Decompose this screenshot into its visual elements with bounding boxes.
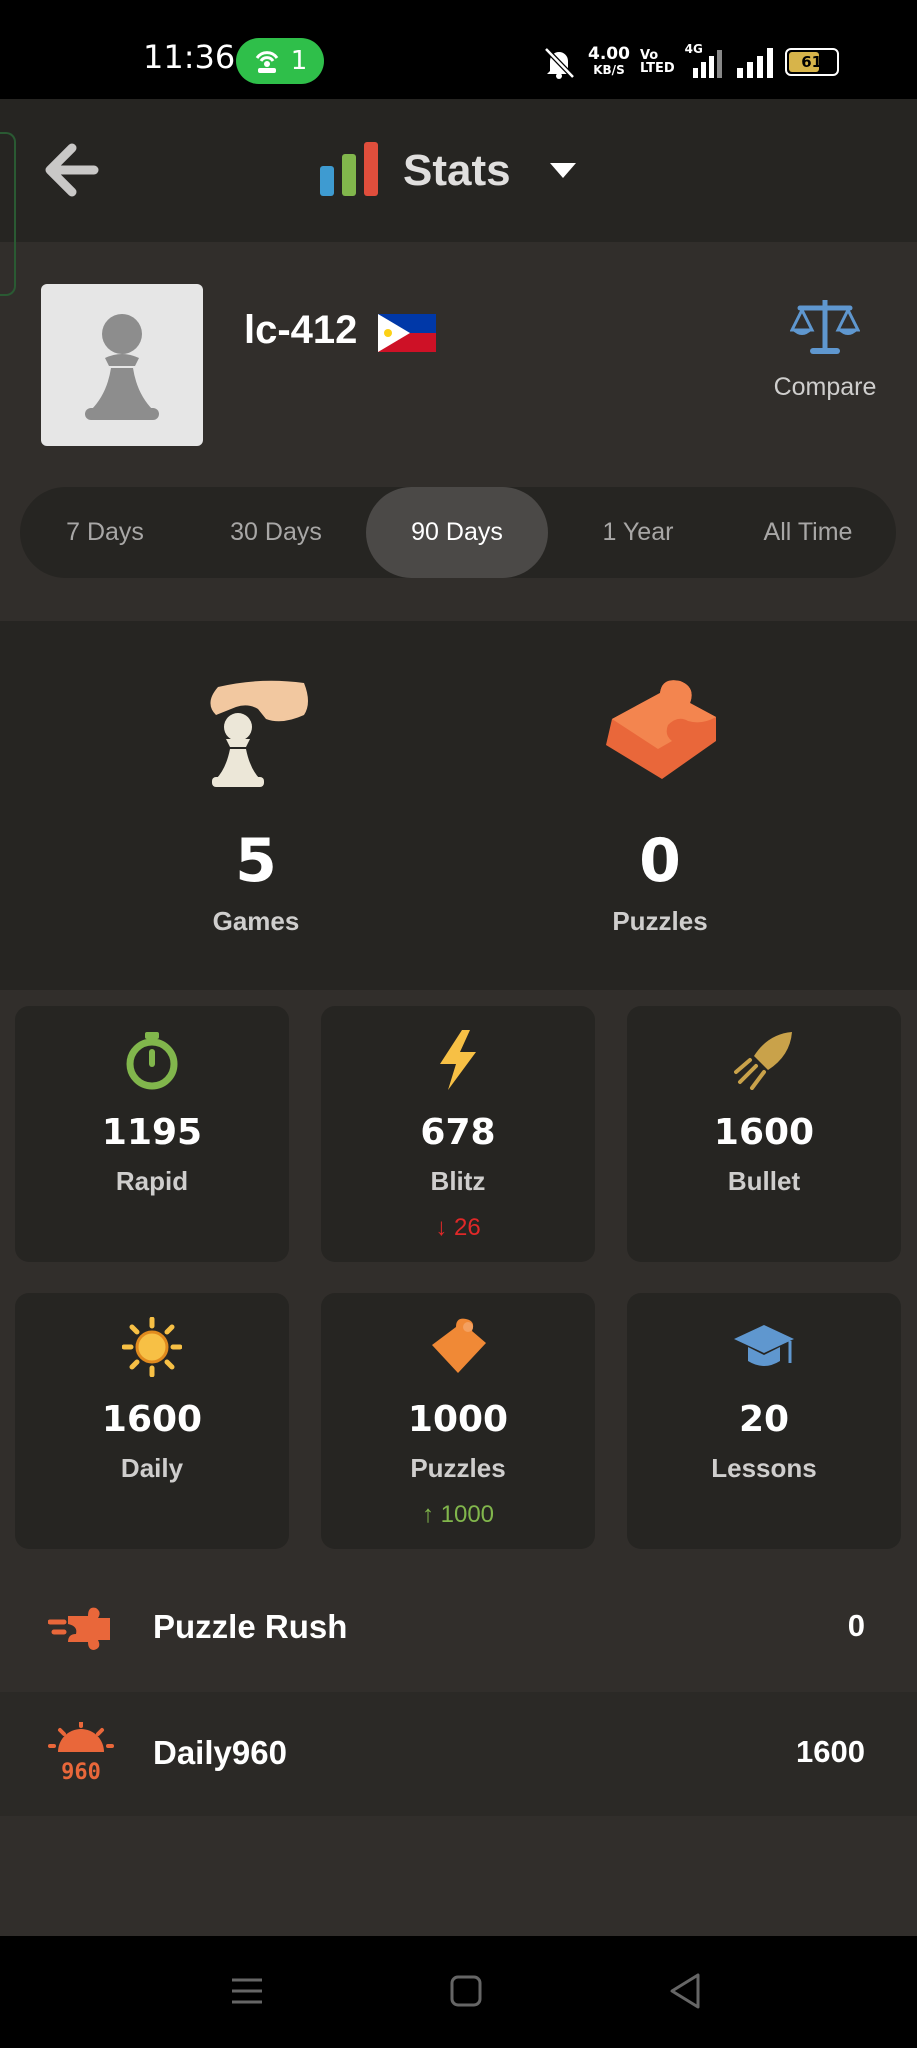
net-speed-value: 4.00 [588, 44, 630, 64]
range-30-days[interactable]: 30 Days [196, 487, 356, 578]
rating-card-daily[interactable]: 1600 Daily [15, 1293, 289, 1549]
rating-card-rapid[interactable]: 1195 Rapid [15, 1006, 289, 1262]
rating-label: Puzzles [410, 1453, 506, 1483]
list-item-score: 0 [847, 1608, 865, 1643]
back-button[interactable] [42, 140, 102, 200]
rating-change-value: 26 [453, 1214, 481, 1241]
puzzle-rush-icon [48, 1607, 110, 1650]
volte-bottom: LTED [639, 61, 675, 76]
rating-label: Bullet [727, 1166, 801, 1196]
rating-label: Lessons [711, 1453, 817, 1483]
signal-4g: 4G [685, 42, 725, 78]
stopwatch-icon [126, 1032, 178, 1090]
back-arrow-icon [45, 143, 99, 197]
rating-value: 1600 [101, 1399, 203, 1440]
arrow-up-icon: ↑ [421, 1501, 434, 1528]
page-title[interactable]: Stats [403, 146, 511, 196]
sun-icon [122, 1317, 182, 1377]
network-type: 4G [684, 42, 703, 56]
games-label: Games [212, 906, 300, 936]
rating-label: Blitz [430, 1166, 486, 1196]
scale-icon[interactable] [790, 296, 860, 356]
rating-label: Daily [120, 1453, 184, 1483]
rating-value: 1195 [101, 1112, 203, 1153]
rating-card-lessons[interactable]: 20 Lessons [627, 1293, 901, 1549]
username[interactable]: lc-412 [244, 308, 357, 353]
edge-handle[interactable] [0, 132, 16, 296]
arrow-down-icon: ↓ [435, 1214, 448, 1241]
bullet-icon [734, 1032, 792, 1090]
rating-change-value: 1000 [440, 1501, 495, 1528]
home-icon[interactable] [449, 1974, 483, 2008]
hand-pawn-icon [210, 680, 308, 787]
list-item-puzzle-rush[interactable]: Puzzle Rush 0 [0, 1566, 917, 1690]
puzzle-piece-icon [606, 680, 716, 779]
hotspot-count: 1 [290, 46, 308, 76]
volte-indicator: Vo LTED [640, 49, 675, 75]
range-1-year[interactable]: 1 Year [558, 487, 718, 578]
rating-value: 20 [738, 1399, 790, 1440]
signal-icon-2 [736, 48, 773, 78]
summary-panel: 5 Games 0 Puzzles [0, 621, 917, 990]
chevron-down-icon[interactable] [550, 163, 576, 178]
system-nav-bar [0, 1936, 917, 2048]
time-range-selector: 7 Days 30 Days 90 Days 1 Year All Time [20, 487, 896, 578]
rating-card-blitz[interactable]: 678 Blitz ↓ 26 [321, 1006, 595, 1262]
menu-icon[interactable] [230, 1974, 264, 2008]
rating-value: 1000 [407, 1399, 509, 1440]
games-count: 5 [235, 826, 277, 896]
rating-value: 678 [420, 1112, 496, 1153]
puzzles-label: Puzzles [612, 906, 708, 936]
list-item-daily960[interactable]: 960 Daily960 1600 [0, 1692, 917, 1816]
range-7-days[interactable]: 7 Days [28, 487, 182, 578]
range-90-days[interactable]: 90 Days [366, 487, 548, 578]
daily960-icon-label: 960 [61, 1760, 101, 1785]
pawn-avatar-icon [85, 314, 159, 420]
list-item-name: Daily960 [153, 1734, 287, 1771]
list-item-name: Puzzle Rush [153, 1608, 348, 1645]
puzzle-icon [432, 1318, 486, 1373]
puzzles-count: 0 [639, 826, 681, 896]
rating-change: ↓ 26 [321, 1214, 595, 1242]
stats-chart-icon [320, 142, 378, 196]
avatar[interactable] [41, 284, 203, 446]
rating-change: ↑ 1000 [321, 1501, 595, 1529]
range-all-time[interactable]: All Time [728, 487, 888, 578]
philippines-flag-icon [378, 314, 436, 352]
compare-button[interactable]: Compare [760, 373, 890, 402]
lightning-icon [440, 1030, 476, 1090]
rating-card-puzzles[interactable]: 1000 Puzzles ↑ 1000 [321, 1293, 595, 1549]
net-speed-unit: KB/S [593, 63, 625, 77]
status-time: 11:36 [143, 38, 236, 76]
graduation-cap-icon [734, 1325, 794, 1366]
hotspot-icon [255, 51, 278, 73]
hotspot-indicator: 1 [236, 38, 324, 84]
net-speed: 4.00 KB/S [588, 46, 630, 78]
battery-level: 61 [801, 53, 823, 71]
back-triangle-icon[interactable] [668, 1972, 702, 2010]
list-item-score: 1600 [796, 1734, 865, 1769]
rating-label: Rapid [115, 1166, 189, 1196]
status-icons: 4.00 KB/S Vo LTED 4G 61 [540, 42, 839, 82]
rating-value: 1600 [713, 1112, 815, 1153]
mute-icon [544, 47, 575, 79]
rating-card-bullet[interactable]: 1600 Bullet [627, 1006, 901, 1262]
battery-icon: 61 [784, 48, 839, 76]
